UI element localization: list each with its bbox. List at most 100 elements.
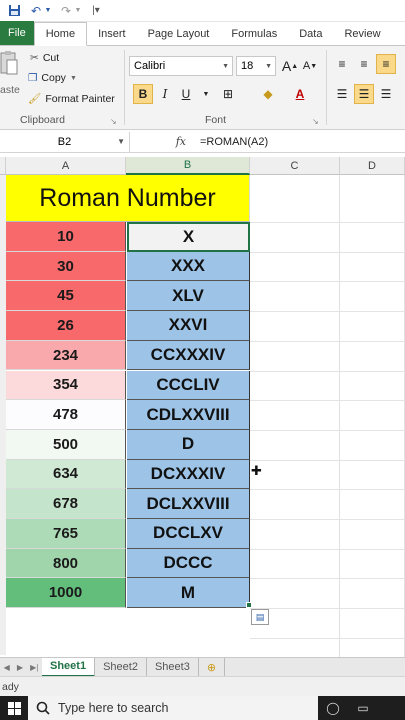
sheet-tab-1[interactable]: Sheet1 [42, 657, 96, 677]
number-cell[interactable]: 10 [6, 222, 126, 252]
redo-icon[interactable]: ↷ [58, 3, 74, 19]
copy-button[interactable]: ❐ Copy ▼ [28, 72, 77, 84]
roman-cell[interactable]: XXX [127, 251, 250, 282]
microphone-icon[interactable]: ◯ [318, 696, 348, 720]
formula-input[interactable]: =ROMAN(A2) [194, 136, 268, 148]
number-cell[interactable]: 26 [6, 311, 126, 341]
search-placeholder: Type here to search [58, 701, 169, 715]
font-size-select[interactable]: 18 ▼ [236, 56, 276, 76]
number-cell[interactable]: 634 [6, 459, 126, 490]
save-icon[interactable] [6, 3, 22, 19]
name-box[interactable]: B2 ▼ [0, 131, 130, 152]
underline-button[interactable]: U [176, 84, 196, 104]
chevron-down-icon: ▼ [117, 137, 125, 146]
chevron-down-icon[interactable]: ▼ [44, 3, 52, 19]
fill-color-icon[interactable]: ◆ [258, 84, 278, 104]
number-cell[interactable]: 30 [6, 251, 126, 282]
start-button[interactable] [0, 696, 28, 720]
roman-cell[interactable]: M [127, 578, 250, 609]
undo-icon[interactable]: ↶ [28, 3, 44, 19]
roman-cell[interactable]: CCCLIV [127, 370, 250, 401]
roman-cell[interactable]: XLV [127, 281, 250, 312]
align-right-icon[interactable]: ☰ [376, 84, 396, 104]
dialog-launcher-icon[interactable]: ↘ [312, 117, 319, 126]
fill-handle[interactable] [246, 602, 252, 608]
last-sheet-icon[interactable]: ▶| [30, 663, 38, 672]
font-color-icon[interactable]: A [290, 84, 310, 104]
tab-insert[interactable]: Insert [87, 22, 137, 45]
roman-cell[interactable]: DCCC [127, 548, 250, 579]
ribbon-tabs: File Home Insert Page Layout Formulas Da… [0, 21, 405, 46]
grid-line [250, 311, 405, 313]
divider [326, 50, 327, 125]
roman-cell[interactable]: DCCLXV [127, 519, 250, 549]
grow-font-button[interactable]: A ▲ [280, 56, 300, 76]
align-left-icon[interactable]: ☰ [332, 84, 352, 104]
tab-data[interactable]: Data [288, 22, 333, 45]
borders-icon[interactable]: ⊞ [218, 84, 238, 104]
insert-function-button[interactable]: fx [130, 135, 194, 148]
tab-review[interactable]: Review [333, 22, 391, 45]
tab-page-layout[interactable]: Page Layout [137, 22, 221, 45]
grid-line [250, 222, 405, 223]
column-header-b[interactable]: B [126, 157, 250, 175]
chevron-down-icon[interactable]: ▼ [196, 84, 216, 104]
column-d-cells[interactable] [340, 175, 405, 657]
column-c-cells[interactable] [250, 175, 340, 657]
column-header-d[interactable]: D [340, 157, 405, 175]
quick-analysis-icon[interactable]: ▤ [251, 609, 269, 625]
tab-home[interactable]: Home [33, 22, 88, 46]
number-cell[interactable]: 1000 [6, 578, 126, 609]
new-sheet-icon[interactable]: ⊕ [199, 657, 226, 677]
sheet-tab-3[interactable]: Sheet3 [147, 657, 199, 677]
number-cell[interactable]: 765 [6, 519, 126, 549]
number-cell[interactable]: 354 [6, 370, 126, 401]
shrink-font-label: A [302, 60, 311, 72]
tab-formulas[interactable]: Formulas [220, 22, 288, 45]
roman-cell[interactable]: DCXXXIV [127, 459, 250, 490]
taskbar-search-box[interactable]: Type here to search [28, 696, 318, 720]
cut-button[interactable]: ✂ Cut [30, 52, 59, 64]
roman-cell[interactable]: CCXXXIV [127, 340, 250, 371]
customize-icon[interactable]: |▾ [88, 3, 104, 19]
sheet-tab-2[interactable]: Sheet2 [95, 657, 147, 677]
paste-button[interactable] [0, 50, 18, 76]
number-cell[interactable]: 678 [6, 489, 126, 519]
align-bottom-icon[interactable]: ≡ [376, 54, 396, 74]
align-middle-icon[interactable]: ≡ [354, 54, 374, 74]
sheet-nav: ◀ ▶ ▶| [0, 663, 42, 672]
column-header-c[interactable]: C [250, 157, 340, 175]
windows-icon [7, 701, 21, 715]
shrink-font-button[interactable]: A ▼ [300, 56, 320, 76]
excel-window: ↶ ▼ ↷ ▼ |▾ File Home Insert Page Layout … [0, 0, 405, 720]
roman-cell[interactable]: D [127, 429, 250, 460]
format-painter-button[interactable]: 🖌 Format Painter [28, 92, 115, 106]
first-sheet-icon[interactable]: ◀ [4, 663, 10, 672]
number-cell[interactable]: 478 [6, 400, 126, 430]
number-cell[interactable]: 45 [6, 281, 126, 312]
number-cell[interactable]: 234 [6, 340, 126, 371]
font-name-select[interactable]: Calibri ▼ [129, 56, 233, 76]
number-cell[interactable]: 500 [6, 429, 126, 460]
grid-line [250, 489, 405, 491]
align-center-icon[interactable]: ☰ [354, 84, 374, 104]
paste-icon [0, 51, 18, 75]
roman-cell[interactable]: X [127, 222, 250, 252]
bold-button[interactable]: B [133, 84, 153, 104]
roman-cell[interactable]: CDLXXVIII [127, 400, 250, 430]
table-title-cell[interactable]: Roman Number [6, 175, 250, 222]
tab-file[interactable]: File [0, 21, 34, 45]
next-sheet-icon[interactable]: ▶ [17, 663, 23, 672]
italic-button[interactable]: I [155, 84, 175, 104]
task-view-icon[interactable]: ▭ [348, 696, 378, 720]
roman-cell[interactable]: XXVI [127, 311, 250, 341]
align-top-icon[interactable]: ≡ [332, 54, 352, 74]
dialog-launcher-icon[interactable]: ↘ [110, 117, 117, 126]
chevron-down-icon[interactable]: ▼ [74, 3, 82, 19]
number-cell[interactable]: 800 [6, 548, 126, 579]
roman-cell[interactable]: DCLXXVIII [127, 489, 250, 519]
select-all-corner[interactable] [0, 157, 6, 175]
column-header-a[interactable]: A [6, 157, 126, 175]
copy-icon: ❐ [28, 72, 38, 84]
copy-label: Copy [41, 72, 66, 84]
